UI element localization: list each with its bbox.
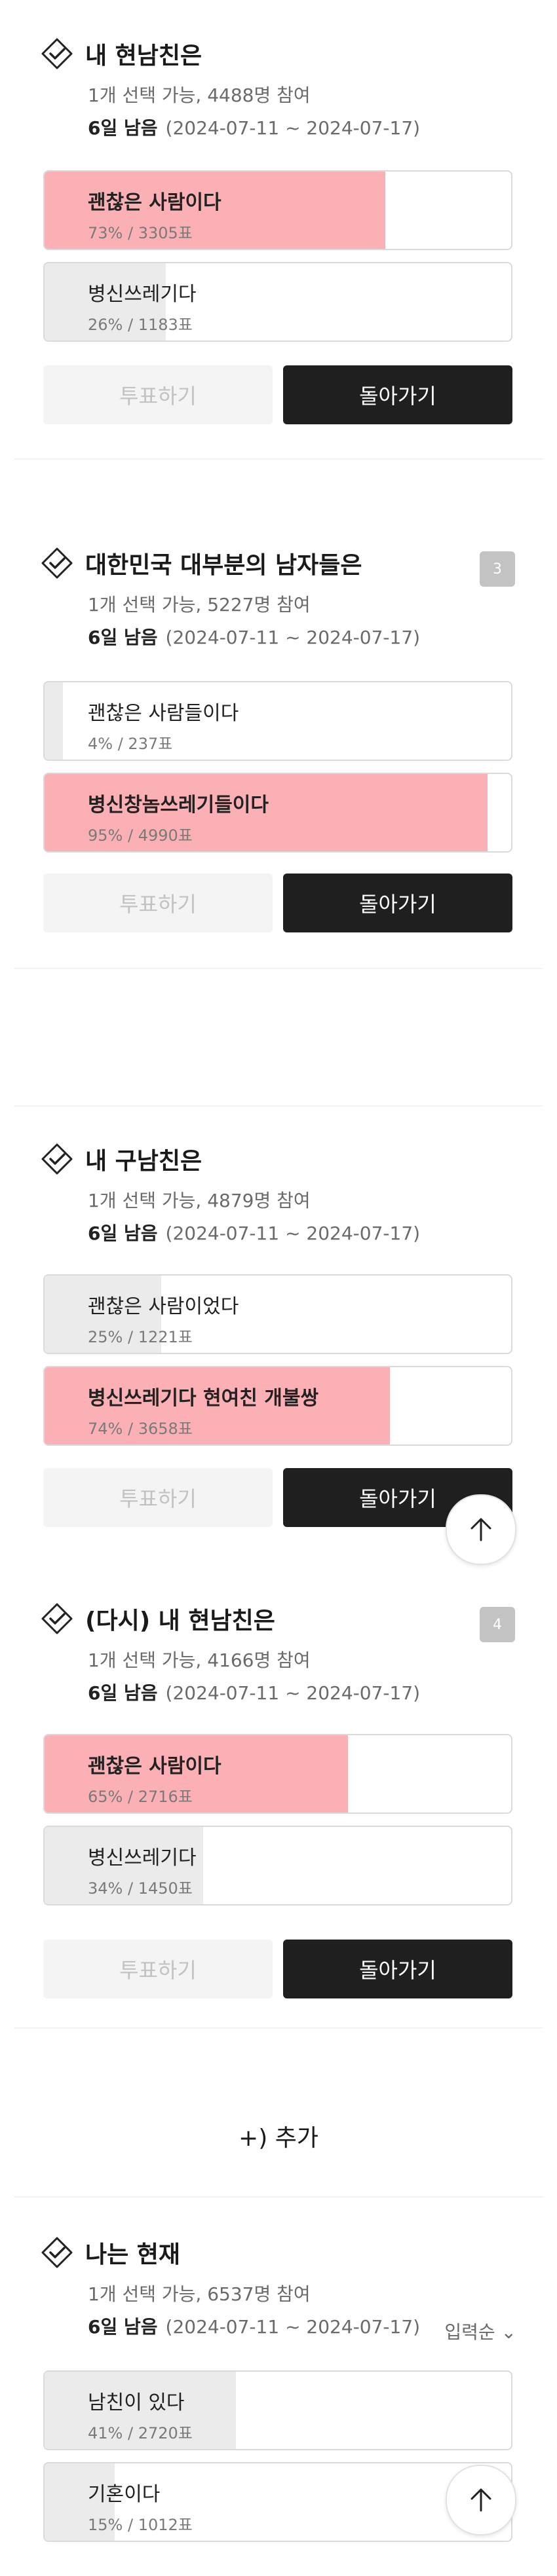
option-label: 병신쓰레기다 — [88, 283, 197, 306]
poll-header: 내 구남친은 — [41, 1139, 202, 1179]
option-count-badge: 3 — [480, 551, 515, 587]
option-stat: 41% / 2720표 — [88, 2424, 193, 2442]
poll-option[interactable]: 병신쓰레기다 26% / 1183표 — [43, 262, 512, 342]
option-label: 괜찮은 사람이었다 — [88, 1295, 239, 1318]
poll-title: 내 구남친은 — [85, 1148, 202, 1175]
poll-option[interactable]: 병신쓰레기다 34% / 1450표 — [43, 1826, 512, 1905]
days-left: 6일 남음 — [88, 2316, 158, 2338]
check-box-icon — [41, 547, 73, 580]
option-result-bar — [45, 682, 64, 760]
sort-dropdown[interactable]: 입력순 ⌄ — [444, 2318, 516, 2344]
poll-title: 대한민국 대부분의 남자들은 — [85, 552, 362, 579]
poll-option[interactable]: 병신쓰레기다 현여친 개불쌍 74% / 3658표 — [43, 1366, 512, 1446]
check-box-icon — [41, 1602, 73, 1635]
poll-period-line: 6일 남음 (2024-07-11 ~ 2024-07-17) — [88, 1679, 420, 1705]
section-divider — [14, 2027, 543, 2029]
option-stat: 73% / 3305표 — [88, 224, 193, 242]
check-box-icon — [41, 37, 73, 70]
back-button[interactable]: 돌아가기 — [283, 365, 512, 424]
poll-period-line: 6일 남음 (2024-07-11 ~ 2024-07-17) — [88, 114, 420, 140]
poll-period: (2024-07-11 ~ 2024-07-17) — [165, 2316, 421, 2338]
poll-option[interactable]: 괜찮은 사람이었다 25% / 1221표 — [43, 1274, 512, 1354]
option-label: 기혼이다 — [88, 2483, 161, 2506]
poll-option[interactable]: 남친이 있다 41% / 2720표 — [43, 2370, 512, 2450]
arrow-up-icon — [471, 1518, 491, 1541]
option-stat: 95% / 4990표 — [88, 826, 193, 845]
poll-title: (다시) 내 현남친은 — [85, 1608, 275, 1634]
option-stat: 26% / 1183표 — [88, 316, 193, 334]
days-left: 6일 남음 — [88, 1682, 158, 1704]
poll-period: (2024-07-11 ~ 2024-07-17) — [165, 117, 421, 139]
poll-meta: 1개 선택 가능, 4166명 참여 — [88, 1649, 311, 1671]
poll-option[interactable]: 괜찮은 사람이다 65% / 2716표 — [43, 1734, 512, 1814]
option-label: 괜찮은 사람들이다 — [88, 702, 239, 725]
poll-option[interactable]: 기혼이다 15% / 1012표 — [43, 2462, 512, 2542]
poll-title: 내 현남친은 — [85, 43, 202, 69]
option-stat: 74% / 3658표 — [88, 1420, 193, 1438]
poll-option[interactable]: 괜찮은 사람들이다 4% / 237표 — [43, 681, 512, 761]
poll-meta: 1개 선택 가능, 6537명 참여 — [88, 2283, 311, 2305]
back-button[interactable]: 돌아가기 — [283, 874, 512, 932]
poll-meta: 1개 선택 가능, 4488명 참여 — [88, 84, 311, 106]
poll-header: 대한민국 대부분의 남자들은 — [41, 543, 362, 583]
option-stat: 4% / 237표 — [88, 735, 173, 753]
poll-option[interactable]: 병신창놈쓰레기들이다 95% / 4990표 — [43, 773, 512, 853]
scroll-top-button[interactable] — [446, 2465, 516, 2535]
poll-meta: 1개 선택 가능, 5227명 참여 — [88, 594, 311, 616]
poll-header: 내 현남친은 — [41, 34, 202, 73]
option-stat: 25% / 1221표 — [88, 1328, 193, 1346]
section-divider — [14, 458, 543, 460]
check-box-icon — [41, 1143, 73, 1175]
option-label: 괜찮은 사람이다 — [88, 1755, 221, 1778]
option-label: 괜찮은 사람이다 — [88, 191, 221, 214]
vote-button[interactable]: 투표하기 — [43, 1468, 273, 1527]
poll-meta: 1개 선택 가능, 4879명 참여 — [88, 1190, 311, 1211]
back-button[interactable]: 돌아가기 — [283, 1940, 512, 1998]
option-stat: 15% / 1012표 — [88, 2516, 193, 2534]
option-count-badge: 4 — [480, 1607, 515, 1642]
option-label: 병신쓰레기다 — [88, 1847, 197, 1869]
poll-period-line: 6일 남음 (2024-07-11 ~ 2024-07-17) — [88, 1219, 420, 1245]
vote-button[interactable]: 투표하기 — [43, 365, 273, 424]
check-box-icon — [41, 2236, 73, 2269]
option-stat: 34% / 1450표 — [88, 1879, 193, 1898]
section-divider — [14, 2196, 543, 2198]
vote-button[interactable]: 투표하기 — [43, 874, 273, 932]
days-left: 6일 남음 — [88, 1223, 158, 1244]
poll-period: (2024-07-11 ~ 2024-07-17) — [165, 1223, 421, 1244]
vote-button[interactable]: 투표하기 — [43, 1940, 273, 1998]
poll-period: (2024-07-11 ~ 2024-07-17) — [165, 1682, 421, 1704]
option-label: 병신창놈쓰레기들이다 — [88, 794, 269, 817]
poll-period-line: 6일 남음 (2024-07-11 ~ 2024-07-17) — [88, 2313, 420, 2339]
option-label: 병신쓰레기다 현여친 개불쌍 — [88, 1387, 319, 1410]
option-label: 남친이 있다 — [88, 2391, 185, 2414]
days-left: 6일 남음 — [88, 117, 158, 139]
days-left: 6일 남음 — [88, 627, 158, 648]
section-divider — [14, 1105, 543, 1107]
poll-header: (다시) 내 현남친은 — [41, 1599, 275, 1638]
poll-header: 나는 현재 — [41, 2233, 180, 2272]
poll-period-line: 6일 남음 (2024-07-11 ~ 2024-07-17) — [88, 623, 420, 650]
poll-period: (2024-07-11 ~ 2024-07-17) — [165, 627, 421, 648]
arrow-up-icon — [471, 2488, 491, 2512]
scroll-top-button[interactable] — [446, 1494, 516, 1565]
option-stat: 65% / 2716표 — [88, 1788, 193, 1806]
poll-option[interactable]: 괜찮은 사람이다 73% / 3305표 — [43, 170, 512, 250]
poll-title: 나는 현재 — [85, 2241, 181, 2268]
section-divider — [14, 968, 543, 969]
add-poll-link[interactable]: +) 추가 — [0, 2119, 557, 2153]
